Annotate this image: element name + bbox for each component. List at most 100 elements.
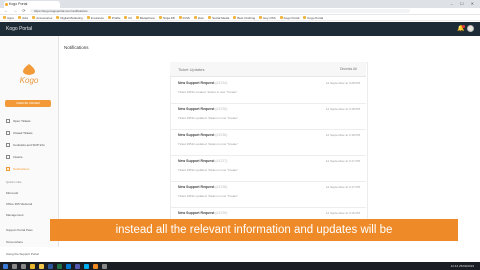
notification-item[interactable]: New Support Request (#1236) Ticket #4511 … <box>170 129 366 156</box>
settings-icon[interactable] <box>102 263 107 269</box>
notification-title: New Support Request (#1234) <box>178 81 227 85</box>
bookmark-label: Digital Marketing <box>60 15 83 20</box>
url-input[interactable]: https://kogo.kogoportal.com/notification… <box>30 9 410 13</box>
notification-message: Ticket #4511 updated. Status is now "Cre… <box>178 116 238 120</box>
outlook-icon[interactable] <box>66 263 71 269</box>
bookmark-icon <box>107 16 111 19</box>
sidebar-item-label: Open Tickets <box>13 119 31 123</box>
bookmarks-bar: Apps Jobs Accessories Digital Marketing Insu… <box>0 15 480 21</box>
skype-icon[interactable] <box>84 263 89 269</box>
quick-link-microsoft[interactable]: Microsoft <box>6 191 18 195</box>
bookmark-label: Best Clothing <box>237 15 256 20</box>
notification-ref: (#1234) <box>215 81 228 85</box>
document-icon <box>6 143 10 147</box>
vlc-icon[interactable] <box>93 263 98 269</box>
sidebar-item-label: Contracts and SOP Info <box>13 143 45 147</box>
bookmark-label: Ninja-FB <box>162 15 175 20</box>
notification-title: New Support Request (#1239) <box>178 211 227 215</box>
bookmark-item[interactable]: ICNS <box>178 16 190 20</box>
notification-ref: (#1236) <box>215 133 228 137</box>
notification-ref: (#1237) <box>215 159 228 163</box>
bookmark-item[interactable]: Social Media <box>208 16 229 20</box>
clock-date: 25/09/2019 <box>458 264 474 268</box>
bookmark-item[interactable]: Kogo Portal <box>279 16 299 20</box>
quick-link-webmail[interactable]: Office 365 Webmail <box>6 202 32 206</box>
bookmark-item[interactable]: Hey OSS <box>259 16 276 20</box>
bookmark-item[interactable]: Profile <box>107 16 120 20</box>
task-view-icon[interactable] <box>21 263 26 269</box>
browser-nav-buttons[interactable]: ← → ⟳ <box>4 8 28 14</box>
bookmark-icon <box>233 16 237 19</box>
browser-tab-bar <box>0 0 480 8</box>
avatar[interactable] <box>467 25 474 32</box>
app-title: Kogo Portal <box>6 26 33 32</box>
notification-item[interactable]: New Support Request (#1237) Ticket #4511 … <box>170 155 366 182</box>
bookmark-label: Kit <box>128 15 132 20</box>
sidebar-item-open-tickets[interactable]: Open Tickets <box>6 119 31 123</box>
excel-icon[interactable] <box>57 263 62 269</box>
tab-title: Kogo Portal <box>9 2 28 6</box>
notification-title-text: New Support Request <box>178 81 215 85</box>
notification-item[interactable]: New Support Request (#1235) Ticket #4511 … <box>170 103 366 130</box>
notification-title: New Support Request (#1236) <box>178 133 227 137</box>
bookmark-icon <box>56 16 60 19</box>
word-icon[interactable] <box>48 263 53 269</box>
bookmark-item[interactable]: Kogo Portal <box>303 16 323 20</box>
notification-item[interactable]: New Support Request (#1234) Ticket #4511 … <box>170 77 366 104</box>
notification-date: 12 September at 3:17 PM <box>325 185 360 189</box>
sidebar-item-notifications[interactable]: Notifications <box>6 167 29 171</box>
quick-link-management[interactable]: Management <box>6 213 24 217</box>
bookmark-icon <box>259 16 263 19</box>
notification-title: New Support Request (#1237) <box>178 159 227 163</box>
notification-date: 12 September at 3:16 PM <box>325 211 360 215</box>
quick-link-support-pass[interactable]: Support Portal Pass <box>6 228 33 232</box>
dismiss-all-button[interactable]: Dismiss All <box>340 67 357 71</box>
bookmark-label: Apps <box>7 15 14 20</box>
bookmark-label: Social Media <box>212 15 230 20</box>
bookmark-item[interactable]: Kit <box>124 16 132 20</box>
sidebar-item-invoice[interactable]: Invoice <box>6 155 23 159</box>
sidebar-item-contracts[interactable]: Contracts and SOP Info <box>6 143 45 147</box>
bookmark-item[interactable]: Hom <box>193 16 204 20</box>
bookmark-icon <box>124 16 128 19</box>
header-icons: 🔔 <box>457 24 474 32</box>
notification-title-text: New Support Request <box>178 133 215 137</box>
bookmark-icon <box>32 16 36 19</box>
bookmark-item[interactable]: Metaphone <box>135 15 155 20</box>
bookmark-item[interactable]: Jobs <box>17 16 28 20</box>
bookmark-icon <box>303 16 307 19</box>
page-title: Notifications <box>64 45 89 50</box>
quick-link-using-portal[interactable]: Using the Support Portal <box>6 252 39 256</box>
quick-link-screenshare[interactable]: Screenshare <box>6 240 23 244</box>
favicon-icon <box>5 3 8 6</box>
sidebar-item-closed-tickets[interactable]: Closed Tickets <box>6 131 33 135</box>
bookmark-label: Kogo Portal <box>307 15 324 20</box>
teams-icon[interactable] <box>75 263 80 269</box>
bookmark-item[interactable]: Best Clothing <box>233 16 255 20</box>
bookmark-label: Metaphone <box>139 15 155 20</box>
panel-title: Ticket Updates <box>178 67 205 72</box>
bookmark-item[interactable]: Digital Marketing <box>56 15 83 20</box>
bookmark-label: Insurance <box>90 15 104 20</box>
explorer-icon[interactable] <box>39 263 44 269</box>
bookmark-item[interactable]: Ninja-FB <box>158 15 175 20</box>
window-controls[interactable]: – ☐ ✕ <box>451 1 477 7</box>
bookmark-item[interactable]: Insurance <box>86 15 104 20</box>
notification-ref: (#1239) <box>215 211 228 215</box>
search-icon[interactable] <box>12 263 17 269</box>
notification-title-text: New Support Request <box>178 159 215 163</box>
bookmark-icon <box>193 16 197 19</box>
chrome-icon[interactable] <box>30 263 35 269</box>
start-icon[interactable] <box>3 263 8 269</box>
create-order-button[interactable]: CREATE ORDER <box>5 100 51 107</box>
bookmark-icon <box>86 16 90 19</box>
browser-tab[interactable]: Kogo Portal <box>4 1 60 8</box>
bookmark-icon <box>279 16 283 19</box>
ticket-icon <box>6 131 10 135</box>
notification-item[interactable]: New Support Request (#1238) Ticket #4511 … <box>170 181 366 208</box>
bookmark-item[interactable]: Apps <box>3 16 14 20</box>
bell-icon[interactable]: 🔔 <box>457 24 465 32</box>
bookmark-item[interactable]: Accessories <box>32 16 52 20</box>
quick-links-heading: Quick Links <box>6 180 22 184</box>
app-header <box>0 22 480 36</box>
